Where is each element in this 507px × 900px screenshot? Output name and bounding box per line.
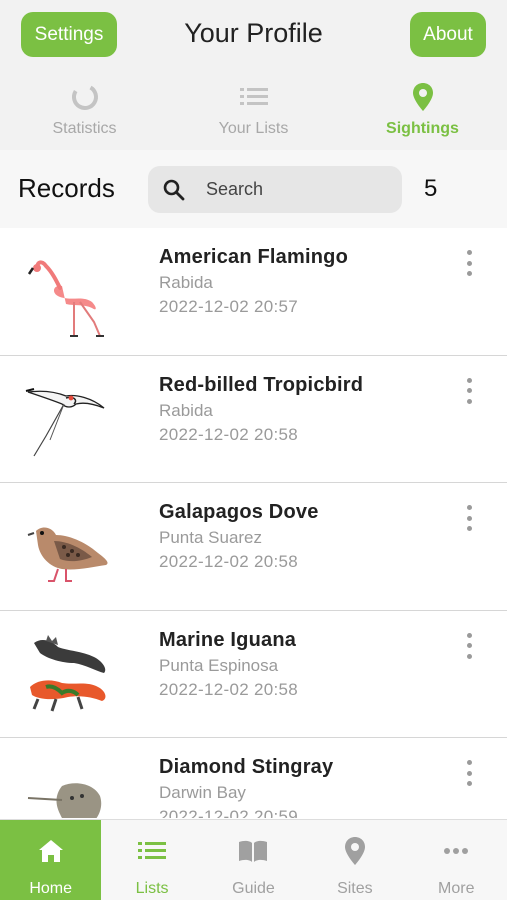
sighting-name: Diamond Stingray: [159, 756, 334, 778]
records-title: Records: [18, 173, 115, 203]
nav-more[interactable]: More: [406, 820, 507, 900]
nav-sites-label: Sites: [337, 880, 373, 897]
nav-more-label: More: [438, 880, 475, 897]
iguana-image: [22, 629, 114, 721]
nav-sites[interactable]: Sites: [304, 820, 405, 900]
book-icon: [237, 820, 269, 872]
list-item[interactable]: Red-billed Tropicbird Rabida 2022-12-02 …: [0, 356, 507, 483]
more-icon: [443, 820, 469, 872]
sighting-site: Rabida: [159, 400, 213, 420]
more-options-icon[interactable]: [459, 250, 479, 276]
tab-statistics-label: Statistics: [52, 120, 117, 137]
sighting-time: 2022-12-02 20:59: [159, 807, 299, 818]
map-pin-icon: [412, 80, 434, 114]
donut-chart-icon: [70, 80, 100, 114]
sighting-time: 2022-12-02 20:58: [159, 424, 299, 444]
sighting-time: 2022-12-02 20:57: [159, 297, 299, 316]
sighting-name: Galapagos Dove: [159, 501, 319, 523]
stingray-image: [22, 756, 114, 818]
nav-home[interactable]: Home: [0, 820, 102, 900]
sighting-site: Punta Suarez: [159, 528, 263, 547]
search-box[interactable]: [148, 166, 402, 213]
sighting-name: Marine Iguana: [159, 628, 297, 651]
sighting-time: 2022-12-02 20:58: [159, 552, 299, 571]
flamingo-image: [22, 246, 114, 338]
sighting-site: Darwin Bay: [159, 783, 246, 802]
tab-statistics[interactable]: Statistics: [0, 80, 169, 142]
bottom-nav: Home Lists Guide Sites More: [0, 819, 507, 900]
nav-guide-label: Guide: [232, 880, 275, 897]
search-input[interactable]: [206, 176, 386, 202]
about-button[interactable]: About: [410, 12, 486, 57]
sighting-name: Red-billed Tropicbird: [159, 373, 364, 396]
tab-your-lists-label: Your Lists: [218, 120, 289, 137]
more-options-icon[interactable]: [459, 505, 479, 531]
list-item[interactable]: Galapagos Dove Punta Suarez 2022-12-02 2…: [0, 483, 507, 611]
sightings-list: American Flamingo Rabida 2022-12-02 20:5…: [0, 228, 507, 818]
dove-image: [22, 501, 114, 593]
sighting-name: American Flamingo: [159, 246, 348, 268]
map-pin-icon: [344, 820, 366, 872]
list-icon: [239, 80, 268, 114]
profile-tabs: Statistics Your Lists Sightings: [0, 80, 507, 142]
more-options-icon[interactable]: [459, 377, 479, 404]
list-item[interactable]: American Flamingo Rabida 2022-12-02 20:5…: [0, 228, 507, 356]
more-options-icon[interactable]: [459, 760, 479, 786]
record-count: 5: [424, 175, 438, 202]
more-options-icon[interactable]: [459, 632, 479, 659]
nav-lists-label: Lists: [135, 880, 169, 897]
home-icon: [37, 820, 65, 872]
list-item[interactable]: Marine Iguana Punta Espinosa 2022-12-02 …: [0, 611, 507, 738]
sighting-time: 2022-12-02 20:58: [159, 679, 299, 699]
search-icon: [162, 178, 186, 207]
sighting-site: Punta Espinosa: [159, 655, 279, 675]
list-item[interactable]: Diamond Stingray Darwin Bay 2022-12-02 2…: [0, 738, 507, 818]
top-header: Settings Your Profile About Statistics Y…: [0, 0, 507, 150]
list-icon: [138, 820, 167, 872]
tab-sightings[interactable]: Sightings: [338, 80, 507, 142]
nav-guide[interactable]: Guide: [203, 820, 304, 900]
nav-home-label: Home: [29, 880, 73, 897]
sighting-site: Rabida: [159, 273, 213, 292]
tropicbird-image: [22, 374, 114, 466]
tab-your-lists[interactable]: Your Lists: [169, 80, 338, 142]
nav-lists[interactable]: Lists: [101, 820, 202, 900]
tab-sightings-label: Sightings: [386, 120, 459, 137]
